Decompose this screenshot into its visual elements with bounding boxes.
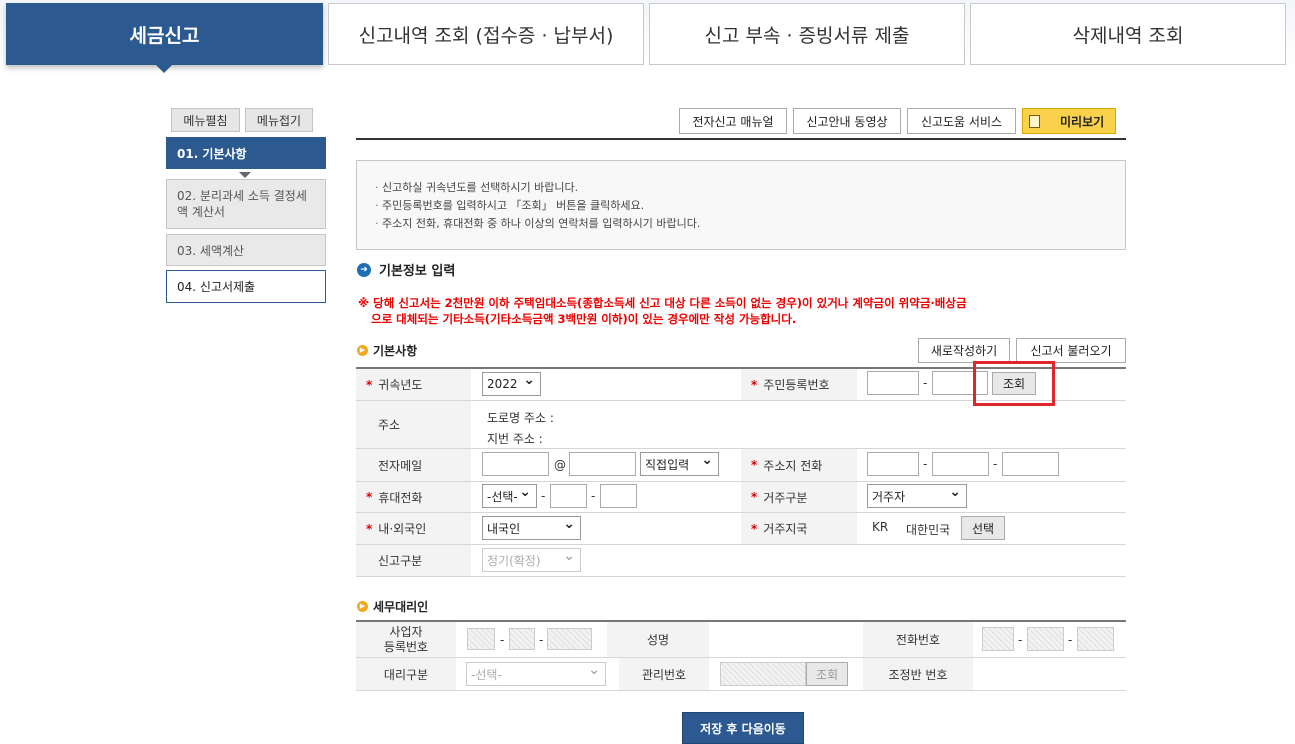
rrn-front-input[interactable] xyxy=(867,371,919,395)
home-phone-3-input[interactable] xyxy=(1002,452,1059,476)
residence-country-label: * 거주지국 xyxy=(741,513,857,544)
agent-phone-2-input xyxy=(1027,627,1064,651)
menu-expand-button[interactable]: 메뉴펼침 xyxy=(171,108,240,132)
notice-box: 신고하실 귀속년도를 선택하시기 바랍니다. 주민등록번호를 입력하시고 「조회… xyxy=(356,160,1126,250)
rrn-label: * 주민등록번호 xyxy=(741,369,857,400)
agent-phone-label: 전화번호 xyxy=(863,622,973,657)
adjust-no-label: 조정반 번호 xyxy=(863,658,973,690)
warning-text: ※ 당해 신고서는 2천만원 이하 주택임대소득(종합소득세 신고 대상 다른 … xyxy=(358,295,1058,327)
tab-attachments[interactable]: 신고 부속 · 증빙서류 제출 xyxy=(649,3,965,65)
notice-line: 주민등록번호를 입력하시고 「조회」 버튼을 클릭하세요. xyxy=(375,197,1125,215)
residence-type-label: * 거주구분 xyxy=(741,482,857,512)
tab-tax-report[interactable]: 세금신고 xyxy=(6,3,323,73)
help-service-button[interactable]: 신고도움 서비스 xyxy=(907,108,1016,134)
nationality-select[interactable]: 내국인 xyxy=(482,516,581,540)
row-divider xyxy=(356,657,1126,658)
mobile-dash: - xyxy=(591,489,596,503)
home-phone-2-input[interactable] xyxy=(932,452,989,476)
preview-button[interactable]: 미리보기 xyxy=(1022,108,1116,134)
bizno-dash: - xyxy=(500,633,505,647)
phone-dash: - xyxy=(923,457,928,471)
lot-address-text: 지번 주소 : xyxy=(487,432,543,446)
home-phone-label: * 주소지 전화 xyxy=(741,449,857,481)
mobile-mid-input[interactable] xyxy=(550,484,587,508)
row-divider xyxy=(356,690,1126,691)
agent-phone-dash: - xyxy=(1068,633,1073,647)
address-label: 주소 xyxy=(356,401,471,448)
step-separate-tax-calc[interactable]: 02. 분리과세 소득 결정세액 계산서 xyxy=(166,179,326,229)
year-select[interactable]: 2022 xyxy=(482,372,541,396)
video-guide-button[interactable]: 신고안내 동영상 xyxy=(793,108,901,134)
toolbar-divider xyxy=(356,138,1126,140)
mobile-prefix-select[interactable]: -선택- xyxy=(482,484,537,508)
residence-type-select[interactable]: 거주자 xyxy=(867,484,967,508)
section-title: ➜ 기본정보 입력 xyxy=(357,260,455,279)
manage-no-label: 관리번호 xyxy=(619,658,709,690)
arrow-right-circle-icon: ➜ xyxy=(357,262,371,277)
country-code-text: KR xyxy=(872,520,889,534)
manual-button[interactable]: 전자신고 매뉴얼 xyxy=(679,108,787,134)
mobile-last-input[interactable] xyxy=(600,484,637,508)
step-basic-info[interactable]: 01. 기본사항 xyxy=(166,137,326,169)
manage-no-lookup-button: 조회 xyxy=(806,662,848,686)
phone-dash: - xyxy=(993,457,998,471)
tab-deleted-history[interactable]: 삭제내역 조회 xyxy=(970,3,1286,65)
highlight-box xyxy=(973,361,1055,406)
menu-collapse-button[interactable]: 메뉴접기 xyxy=(245,108,313,132)
arrow-dot-icon: ▶ xyxy=(357,601,368,612)
bizno-1-input xyxy=(467,628,495,650)
email-domain-select[interactable]: 직접입력 xyxy=(640,452,719,476)
basic-section-title: ▶ 기본사항 xyxy=(357,342,417,359)
document-icon xyxy=(1029,114,1040,128)
arrow-dot-icon: ▶ xyxy=(357,345,368,356)
mobile-dash: - xyxy=(541,489,546,503)
agent-name-label: 성명 xyxy=(607,622,709,657)
new-write-button[interactable]: 새로작성하기 xyxy=(918,338,1010,363)
email-at: @ xyxy=(554,458,566,472)
step-submit[interactable]: 04. 신고서제출 xyxy=(166,270,326,303)
step-tax-calc[interactable]: 03. 세액계산 xyxy=(166,234,326,266)
notice-line: 주소지 전화, 휴대전화 중 하나 이상의 연락처를 입력하시기 바랍니다. xyxy=(375,215,1125,233)
country-select-button[interactable]: 선택 xyxy=(961,516,1005,540)
nationality-label: * 내·외국인 xyxy=(356,513,471,544)
row-divider xyxy=(356,544,1126,545)
tab-report-history[interactable]: 신고내역 조회 (접수증 · 납부서) xyxy=(328,3,644,65)
section-title-label: 기본정보 입력 xyxy=(379,264,456,279)
agent-bizno-label: 사업자 등록번호 xyxy=(356,622,456,657)
load-report-button[interactable]: 신고서 불러오기 xyxy=(1016,338,1126,363)
country-name-text: 대한민국 xyxy=(906,523,951,537)
agent-phone-1-input xyxy=(982,627,1014,651)
agent-title-label: 세무대리인 xyxy=(373,600,429,614)
email-label: 전자메일 xyxy=(356,449,471,481)
notice-line: 신고하실 귀속년도를 선택하시기 바랍니다. xyxy=(375,179,1125,197)
warning-line: ※ 당해 신고서는 2천만원 이하 주택임대소득(종합소득세 신고 대상 다른 … xyxy=(358,296,967,310)
basic-title-label: 기본사항 xyxy=(373,344,418,358)
bizno-3-input xyxy=(547,628,592,650)
road-address-text: 도로명 주소 : xyxy=(487,411,554,425)
warning-line: 으로 대체되는 기타소득(기타소득금액 3백만원 이하)이 있는 경우에만 작성… xyxy=(371,312,797,326)
row-divider xyxy=(356,576,1126,577)
step-arrow-icon xyxy=(239,172,251,178)
year-label: * 귀속년도 xyxy=(356,369,471,400)
top-nav: 세금신고 신고내역 조회 (접수증 · 납부서) 신고 부속 · 증빙서류 제출… xyxy=(0,0,1295,73)
rrn-dash: - xyxy=(923,376,928,390)
agent-type-select: -선택- xyxy=(466,662,606,686)
manage-no-input xyxy=(720,662,806,686)
table-top-border xyxy=(356,620,1126,622)
save-next-button[interactable]: 저장 후 다음이동 xyxy=(682,712,804,744)
preview-label: 미리보기 xyxy=(1060,114,1105,129)
bizno-2-input xyxy=(509,628,535,650)
email-id-input[interactable] xyxy=(482,452,549,476)
agent-phone-dash: - xyxy=(1018,633,1023,647)
bizno-dash: - xyxy=(539,633,544,647)
report-type-label: 신고구분 xyxy=(356,545,471,576)
mobile-label: * 휴대전화 xyxy=(356,482,471,512)
agent-phone-3-input xyxy=(1077,627,1114,651)
email-domain-input[interactable] xyxy=(569,452,636,476)
report-type-select: 정기(확정) xyxy=(482,548,581,572)
agent-section-title: ▶ 세무대리인 xyxy=(357,598,428,615)
home-phone-1-input[interactable] xyxy=(867,452,919,476)
agent-type-label: 대리구분 xyxy=(356,658,456,690)
